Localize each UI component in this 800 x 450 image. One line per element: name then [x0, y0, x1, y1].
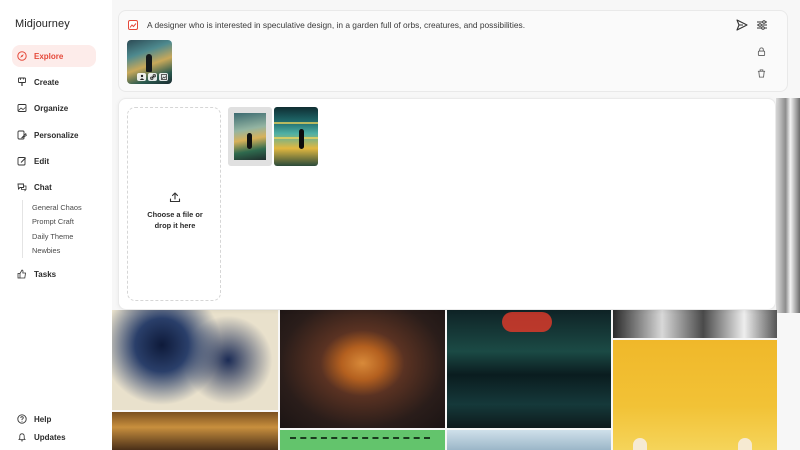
chat-room-prompt-craft[interactable]: Prompt Craft [32, 217, 74, 226]
figure-silhouette [247, 133, 252, 149]
recent-upload-image[interactable] [274, 107, 318, 166]
gallery-tile[interactable] [447, 310, 611, 428]
send-icon[interactable] [735, 18, 749, 32]
gallery-tile[interactable] [280, 310, 445, 428]
sidebar-item-label: Edit [34, 156, 50, 166]
figure-silhouette [146, 54, 152, 72]
image-prompt-icon[interactable] [128, 20, 138, 30]
upload-icon [169, 192, 181, 203]
prompt-image-thumbnail[interactable] [127, 40, 172, 84]
sidebar-item-tasks[interactable]: Tasks [12, 263, 96, 285]
thumbs-up-icon [17, 269, 26, 279]
gallery-tile[interactable] [112, 310, 278, 410]
gallery-tile[interactable] [776, 98, 800, 313]
chat-icon [17, 183, 27, 192]
sidebar-item-label: Chat [34, 182, 52, 192]
sidebar-item-chat[interactable]: Chat [12, 176, 96, 198]
sidebar-item-edit[interactable]: Edit [12, 150, 96, 172]
gallery-tile[interactable] [613, 310, 777, 338]
image-upload-panel: Choose a file or drop it here [118, 98, 776, 310]
figure-silhouette [299, 129, 304, 149]
dropzone-text: Choose a file or drop it here [128, 209, 222, 231]
person-icon[interactable] [137, 73, 146, 81]
main-area: A designer who is interested in speculat… [112, 0, 800, 450]
chat-room-general-chaos[interactable]: General Chaos [32, 203, 82, 212]
gallery-tile[interactable] [280, 430, 445, 450]
chat-tree-line [22, 200, 23, 258]
sidebar-item-personalize[interactable]: Personalize [12, 124, 96, 146]
thumbnail-badges [137, 73, 168, 81]
bell-icon [18, 433, 26, 442]
trash-icon[interactable] [757, 69, 766, 78]
prompt-text[interactable]: A designer who is interested in speculat… [147, 20, 525, 30]
brand-logo[interactable]: Midjourney [15, 18, 70, 30]
image-icon [17, 104, 27, 112]
sidebar-item-label: Tasks [34, 269, 57, 279]
lock-icon[interactable] [757, 47, 766, 56]
gallery-tile[interactable] [613, 340, 777, 450]
sidebar-item-label: Personalize [34, 130, 79, 140]
help-icon [17, 414, 27, 424]
image-icon[interactable] [159, 73, 168, 81]
sidebar-item-create[interactable]: Create [12, 71, 96, 93]
recent-upload-image[interactable] [228, 107, 272, 166]
gallery-tile[interactable] [447, 430, 611, 450]
sidebar-item-updates[interactable]: Updates [12, 426, 96, 448]
shelf-light [274, 122, 318, 124]
file-dropzone[interactable]: Choose a file or drop it here [127, 107, 221, 301]
dropzone-line-2: drop it here [154, 221, 196, 230]
sidebar-item-label: Organize [34, 103, 69, 113]
sidebar-item-label: Help [34, 414, 52, 424]
sidebar: Midjourney Explore Create Organize Perso… [0, 0, 112, 450]
link-icon[interactable] [148, 73, 157, 81]
sidebar-item-organize[interactable]: Organize [12, 97, 96, 119]
gallery-tile[interactable] [112, 412, 278, 450]
sidebar-item-label: Updates [34, 432, 66, 442]
sidebar-item-label: Create [34, 77, 59, 87]
brush-icon [18, 77, 26, 86]
edit-icon [17, 157, 27, 166]
sidebar-item-explore[interactable]: Explore [12, 45, 96, 67]
dropzone-line-1: Choose a file or [147, 210, 203, 219]
compass-icon [17, 51, 27, 61]
prompt-card: A designer who is interested in speculat… [118, 10, 788, 92]
chat-room-daily-theme[interactable]: Daily Theme [32, 232, 73, 241]
shelf-light [274, 137, 318, 139]
chat-room-newbies[interactable]: Newbies [32, 246, 60, 255]
settings-icon[interactable] [755, 18, 769, 32]
sidebar-item-label: Explore [34, 51, 64, 61]
personalize-icon [17, 130, 27, 140]
